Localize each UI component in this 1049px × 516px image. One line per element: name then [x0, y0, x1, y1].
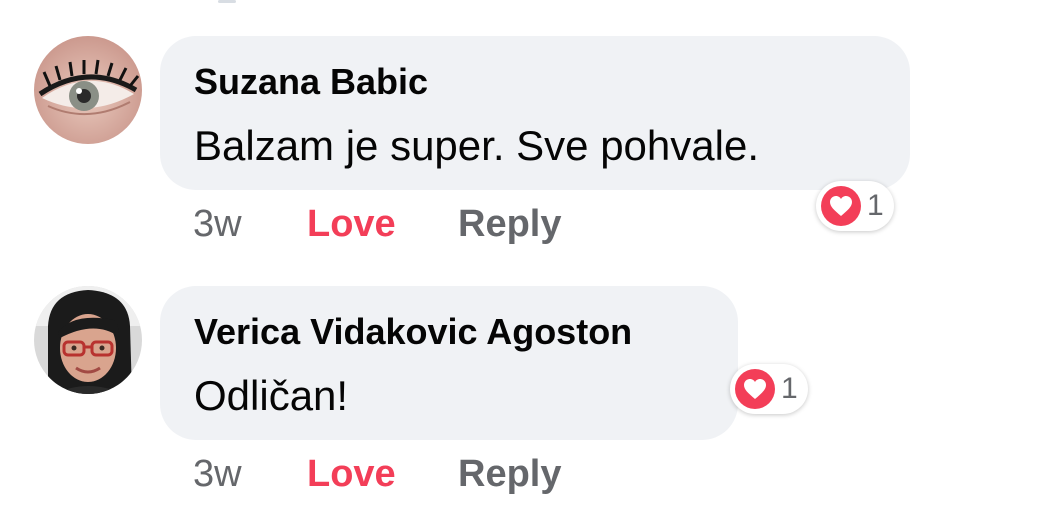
avatar[interactable] [34, 286, 142, 394]
reply-button[interactable]: Reply [458, 202, 561, 246]
comment-timestamp[interactable]: 3w [193, 202, 242, 246]
comment-actions: 3w Love Reply [193, 452, 613, 498]
avatar[interactable] [34, 36, 142, 144]
comment-timestamp[interactable]: 3w [193, 452, 242, 496]
reaction-summary[interactable]: 1 [730, 364, 808, 414]
comment-author[interactable]: Verica Vidakovic Agoston [194, 312, 632, 352]
comment-bubble[interactable]: Verica Vidakovic Agoston Odličan! [160, 286, 738, 440]
love-button[interactable]: Love [307, 202, 396, 246]
previous-item-edge [218, 0, 236, 3]
comment-text: Odličan! [194, 372, 349, 419]
reaction-summary[interactable]: 1 [816, 181, 894, 231]
comment-actions: 3w Love Reply [193, 202, 613, 248]
comment-text: Balzam je super. Sve pohvale. [194, 122, 759, 169]
comments-section: Suzana Babic Balzam je super. Sve pohval… [0, 0, 1049, 516]
comment-bubble[interactable]: Suzana Babic Balzam je super. Sve pohval… [160, 36, 910, 190]
reaction-count: 1 [867, 189, 884, 222]
woman-with-glasses-avatar-image [34, 286, 142, 394]
reply-button[interactable]: Reply [458, 452, 561, 496]
comment-author[interactable]: Suzana Babic [194, 62, 428, 102]
reaction-count: 1 [781, 372, 798, 405]
eye-avatar-image [34, 36, 142, 144]
heart-icon [821, 186, 861, 226]
heart-icon [735, 369, 775, 409]
love-button[interactable]: Love [307, 452, 396, 496]
